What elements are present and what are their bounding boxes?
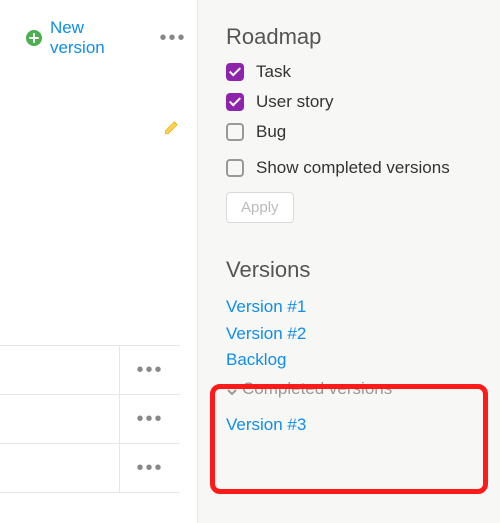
table-row: ••• bbox=[0, 444, 180, 493]
filter-task[interactable]: Task bbox=[226, 62, 480, 82]
table-row: ••• bbox=[0, 395, 180, 444]
row-more-button[interactable]: ••• bbox=[120, 346, 180, 394]
toggle-show-completed[interactable]: Show completed versions bbox=[226, 158, 480, 178]
sidebar-panel: Roadmap Task User story Bug Show complet… bbox=[198, 0, 500, 523]
checkbox-icon bbox=[226, 159, 244, 177]
row-more-button[interactable]: ••• bbox=[120, 444, 180, 492]
edit-icon[interactable] bbox=[163, 118, 181, 136]
more-actions-button[interactable]: ••• bbox=[159, 26, 187, 50]
completed-toggle-label: Completed versions bbox=[242, 379, 392, 399]
version-link[interactable]: Version #2 bbox=[226, 322, 480, 347]
versions-title: Versions bbox=[226, 257, 480, 283]
roadmap-title: Roadmap bbox=[226, 24, 480, 50]
chevron-down-icon bbox=[226, 383, 238, 395]
plus-icon bbox=[26, 30, 42, 46]
filter-label: Bug bbox=[256, 122, 286, 142]
table-row: ••• bbox=[0, 346, 180, 395]
filter-user-story[interactable]: User story bbox=[226, 92, 480, 112]
checkbox-icon bbox=[226, 63, 244, 81]
version-link[interactable]: Version #1 bbox=[226, 295, 480, 320]
version-link[interactable]: Backlog bbox=[226, 348, 480, 373]
filter-label: Task bbox=[256, 62, 291, 82]
completed-versions-toggle[interactable]: Completed versions bbox=[226, 379, 480, 399]
checkbox-icon bbox=[226, 93, 244, 111]
items-table: ••• ••• ••• bbox=[0, 345, 180, 493]
toggle-label: Show completed versions bbox=[256, 158, 450, 178]
filter-bug[interactable]: Bug bbox=[226, 122, 480, 142]
row-more-button[interactable]: ••• bbox=[120, 395, 180, 443]
checkbox-icon bbox=[226, 123, 244, 141]
left-panel: New version ••• ••• ••• ••• bbox=[0, 0, 198, 523]
version-link-completed[interactable]: Version #3 bbox=[226, 413, 480, 438]
filter-label: User story bbox=[256, 92, 333, 112]
new-version-button[interactable]: New version bbox=[50, 18, 143, 58]
apply-button[interactable]: Apply bbox=[226, 192, 294, 223]
